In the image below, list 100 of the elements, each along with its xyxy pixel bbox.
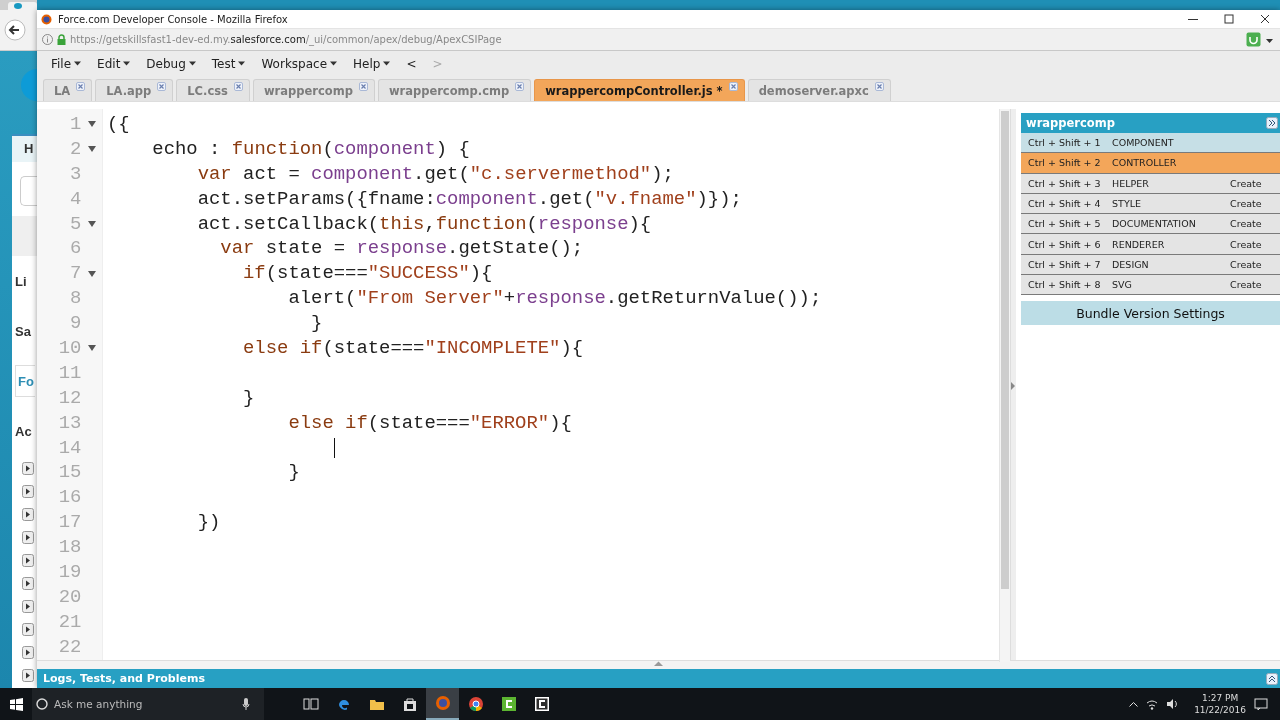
play-icon[interactable] (22, 600, 34, 613)
chrome-icon[interactable] (467, 696, 484, 712)
caret-icon (383, 61, 391, 66)
notification-icon[interactable] (1254, 697, 1268, 711)
clock-date[interactable]: 11/22/2016 (1194, 704, 1246, 716)
line-number: 5 (68, 211, 82, 237)
lock-icon (57, 34, 66, 45)
close-icon[interactable] (1260, 14, 1270, 24)
settings-button[interactable]: Bundle Version Settings (1021, 301, 1280, 326)
line-number: 13 (57, 410, 82, 436)
play-icon[interactable] (22, 554, 34, 567)
play-icon[interactable] (22, 531, 34, 544)
menu-item[interactable]: Edit (91, 54, 137, 73)
line-number: 21 (57, 609, 82, 635)
caret-icon (74, 61, 82, 66)
cloud-icon (14, 3, 22, 9)
resource-name: HELPER (1112, 177, 1150, 189)
play-icon[interactable] (22, 577, 34, 590)
create-link[interactable]: Create (1230, 177, 1262, 189)
create-link[interactable]: Create (1230, 258, 1262, 270)
file-tab[interactable]: wrappercompController.js * (534, 79, 745, 101)
bundle-row[interactable]: Ctrl + Shift + 5 DOCUMENTATION Create (1021, 214, 1280, 235)
play-icon[interactable] (22, 646, 34, 659)
scrollbar-thumb[interactable] (1001, 111, 1010, 589)
fold-icon[interactable] (87, 345, 96, 352)
shopping-bag-icon[interactable] (401, 696, 418, 712)
menu-item[interactable]: Debug (140, 54, 202, 73)
line-number: 6 (68, 236, 82, 262)
menu-item[interactable]: Help (347, 54, 397, 73)
code-line: }) (196, 510, 221, 536)
code-line: echo : function(component) { (151, 136, 470, 162)
line-number: 14 (57, 435, 82, 461)
create-link[interactable]: Create (1230, 279, 1262, 291)
resource-name: DESIGN (1112, 258, 1150, 270)
bundle-row[interactable]: Ctrl + Shift + 8 SVG Create (1021, 275, 1280, 296)
shortcut-text: Ctrl + Shift + 1 (1028, 137, 1102, 149)
task-view-icon[interactable] (302, 696, 319, 712)
line-number: 1 (68, 112, 82, 137)
back-icon[interactable] (4, 19, 26, 41)
line-number: 19 (57, 560, 82, 585)
expand-icon[interactable] (1266, 672, 1278, 685)
resource-name: CONTROLLER (1112, 157, 1178, 169)
line-number: 22 (57, 634, 82, 660)
create-link[interactable]: Create (1230, 218, 1262, 230)
nav-button[interactable]: < (400, 54, 423, 73)
code-line: act.setParams({fname:component.get("v.fname")}); (196, 186, 742, 212)
fold-icon[interactable] (87, 270, 96, 277)
search-field[interactable]: Ask me anything (32, 688, 264, 720)
code-line: var state = response.getState(); (219, 236, 584, 262)
shortcut-text: Ctrl + Shift + 7 (1028, 258, 1102, 270)
play-icon[interactable] (22, 508, 34, 521)
code-line: } (287, 460, 300, 486)
volume-icon[interactable] (1166, 698, 1179, 710)
maximize-icon[interactable] (1224, 14, 1234, 24)
page-link[interactable]: Fo (15, 365, 35, 397)
bundle-row[interactable]: Ctrl + Shift + 4 STYLE Create (1021, 193, 1280, 215)
code-line: else if(state==="ERROR"){ (287, 410, 572, 436)
caret-icon (123, 61, 131, 66)
fold-icon[interactable] (87, 121, 96, 128)
up-caret-icon[interactable] (1129, 701, 1139, 707)
shortcut-text: Ctrl + Shift + 8 (1028, 279, 1102, 291)
bundle-row[interactable]: Ctrl + Shift + 3 HELPER Create (1021, 173, 1280, 194)
line-number: 16 (57, 485, 82, 511)
collapse-icon[interactable] (1266, 117, 1278, 129)
create-link[interactable]: Create (1230, 198, 1262, 210)
code-line: else if(state==="INCOMPLETE"){ (242, 336, 584, 361)
shortcut-text: Ctrl + Shift + 4 (1028, 198, 1102, 210)
bundle-row[interactable]: Ctrl + Shift + 1 COMPONENT (1021, 133, 1280, 154)
url-text[interactable]: https://getskillsfast1-dev-ed.my.salesforce.com/_ui/common/apex/debug/ApexCSIPage (70, 34, 502, 45)
bundle-row[interactable]: Ctrl + Shift + 2 CONTROLLER (1021, 153, 1280, 174)
play-icon[interactable] (22, 623, 34, 636)
play-icon[interactable] (22, 669, 34, 682)
editor-app-icon[interactable] (500, 696, 517, 712)
info-icon[interactable] (42, 34, 53, 45)
windows-icon[interactable] (9, 697, 23, 711)
section-heading: Li (14, 272, 28, 291)
shortcut-text: Ctrl + Shift + 2 (1028, 157, 1102, 169)
code-line: if(state==="SUCCESS"){ (242, 261, 493, 287)
fold-icon[interactable] (87, 221, 96, 227)
resource-name: DOCUMENTATION (1112, 218, 1197, 230)
network-icon[interactable] (1146, 698, 1159, 710)
create-link[interactable]: Create (1230, 238, 1262, 250)
terminal-app-icon[interactable] (533, 696, 550, 712)
bundle-row[interactable]: Ctrl + Shift + 6 RENDERER Create (1021, 234, 1280, 255)
fold-icon[interactable] (87, 146, 96, 153)
bundle-row[interactable]: Ctrl + Shift + 7 DESIGN Create (1021, 254, 1280, 276)
play-icon[interactable] (22, 485, 34, 498)
menu-item[interactable]: Test (205, 54, 252, 73)
menu-item[interactable]: Workspace (255, 54, 344, 73)
browser-tab[interactable] (8, 2, 37, 10)
firefox-icon[interactable] (434, 695, 451, 711)
play-icon[interactable] (22, 462, 34, 475)
caret-icon (238, 61, 246, 66)
code-line: ({ (107, 112, 130, 137)
line-number: 9 (68, 311, 82, 337)
menu-item[interactable]: File (45, 54, 88, 73)
page-tab[interactable]: H (12, 134, 37, 162)
firefox-icon (41, 13, 52, 25)
line-number: 15 (57, 460, 82, 486)
clock-time[interactable]: 1:27 PM (1201, 692, 1239, 704)
